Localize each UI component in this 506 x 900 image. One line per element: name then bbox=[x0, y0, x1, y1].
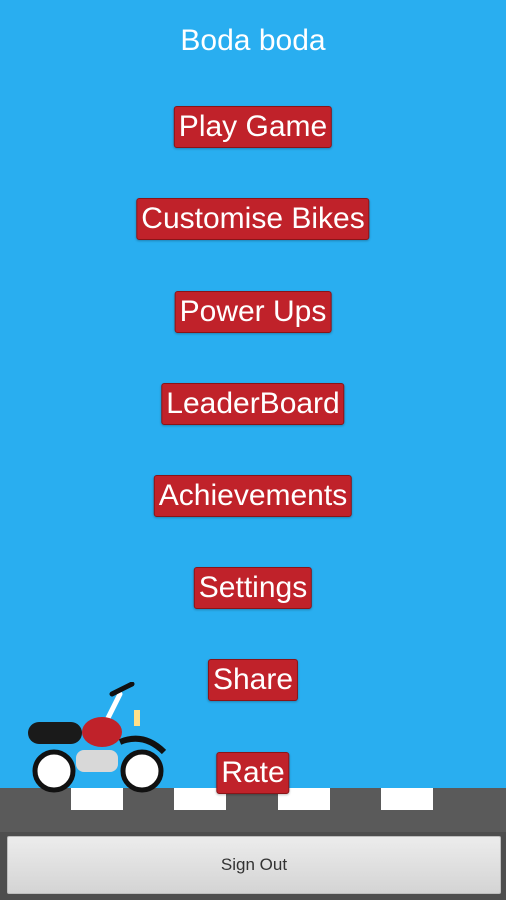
main-menu: Play Game Customise Bikes Power Ups Lead… bbox=[0, 0, 506, 800]
play-game-button[interactable]: Play Game bbox=[173, 106, 333, 148]
customise-bikes-button[interactable]: Customise Bikes bbox=[136, 198, 370, 240]
settings-button[interactable]: Settings bbox=[193, 567, 313, 609]
power-ups-button[interactable]: Power Ups bbox=[174, 291, 332, 333]
motorbike-icon bbox=[28, 682, 167, 793]
achievements-button[interactable]: Achievements bbox=[153, 475, 353, 517]
share-button[interactable]: Share bbox=[207, 659, 299, 701]
rate-button[interactable]: Rate bbox=[216, 752, 290, 794]
road-dash bbox=[381, 788, 433, 810]
sign-out-button[interactable]: Sign Out bbox=[7, 836, 501, 894]
leaderboard-button[interactable]: LeaderBoard bbox=[161, 383, 345, 425]
